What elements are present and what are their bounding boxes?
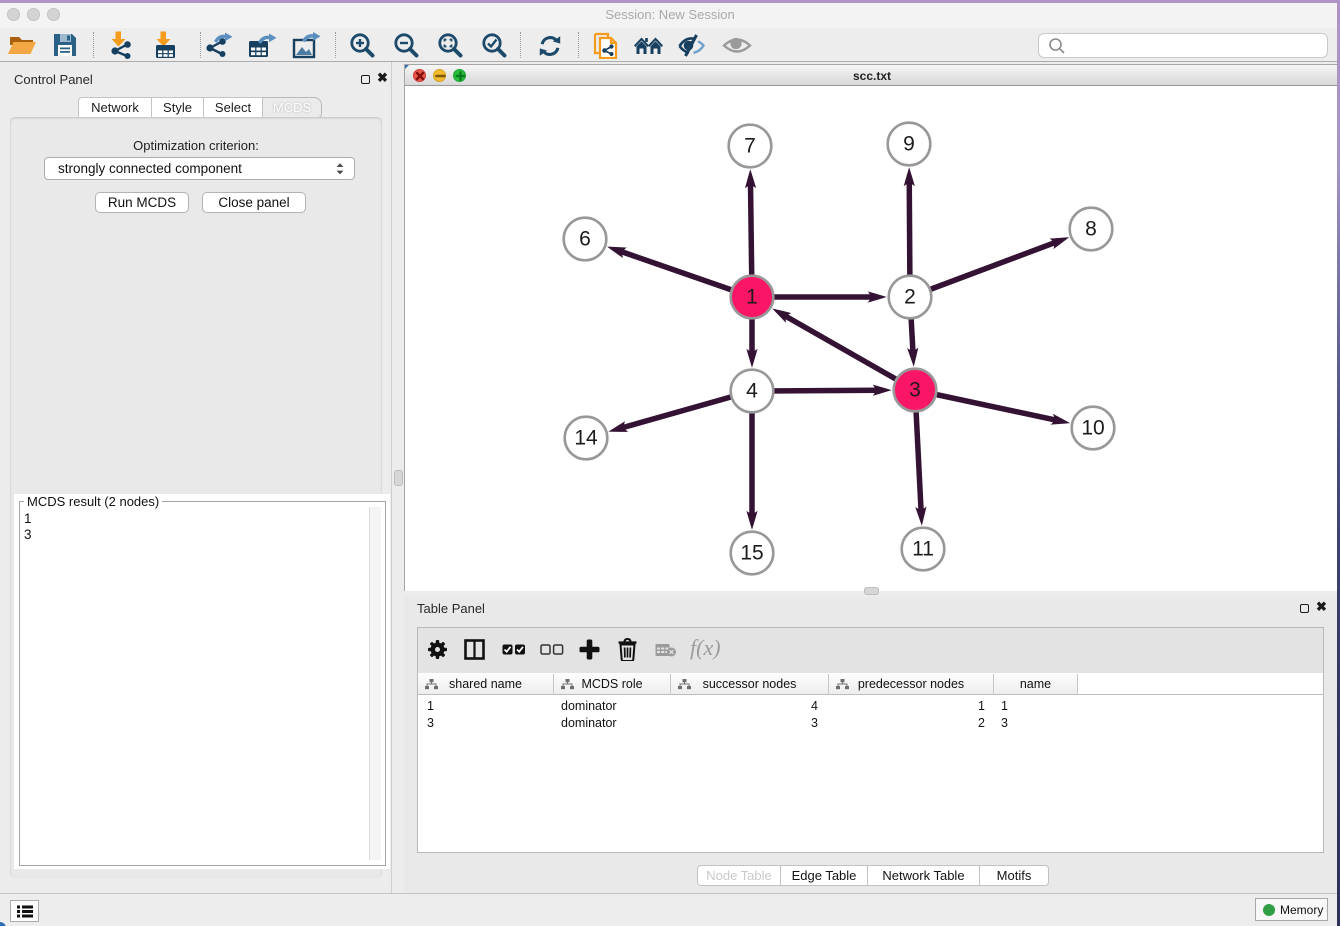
svg-text:2: 2 [904, 286, 916, 309]
svg-text:11: 11 [912, 538, 934, 561]
svg-text:10: 10 [1081, 417, 1104, 440]
svg-text:15: 15 [740, 542, 763, 565]
svg-text:1: 1 [746, 286, 758, 309]
svg-text:8: 8 [1085, 218, 1097, 241]
svg-text:6: 6 [579, 228, 591, 251]
svg-text:7: 7 [744, 135, 756, 158]
svg-text:4: 4 [746, 380, 758, 403]
svg-text:14: 14 [574, 427, 598, 450]
svg-text:9: 9 [903, 133, 915, 156]
svg-text:3: 3 [909, 379, 921, 402]
